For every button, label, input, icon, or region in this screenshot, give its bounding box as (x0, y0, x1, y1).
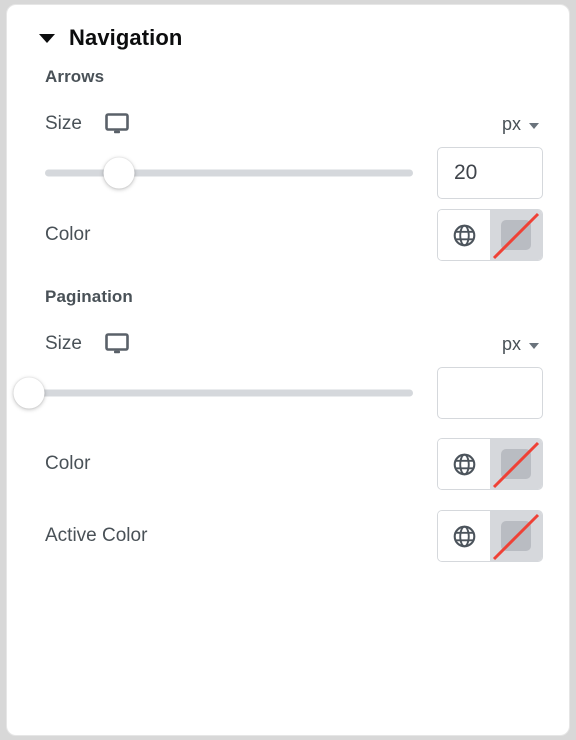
arrows-color-label: Color (45, 224, 91, 245)
pagination-size-slider[interactable] (13, 377, 413, 409)
globe-icon[interactable] (438, 511, 490, 561)
no-color-swatch-icon[interactable] (490, 511, 542, 561)
no-color-swatch-icon[interactable] (490, 210, 542, 260)
globe-icon[interactable] (438, 210, 490, 260)
pagination-size-label: Size (45, 333, 82, 354)
arrows-size-slider[interactable] (45, 157, 413, 189)
no-color-slash-icon (492, 441, 540, 489)
arrows-size-value: 20 (454, 161, 478, 184)
arrows-size-label: Size (45, 113, 82, 134)
group-heading-arrows: Arrows (45, 67, 105, 86)
page-title: Navigation (69, 25, 183, 50)
arrows-size-unit-value: px (501, 113, 521, 134)
arrows-color-row: Color (7, 203, 569, 267)
no-color-slash-icon (492, 513, 540, 561)
slider-handle[interactable] (13, 377, 45, 409)
desktop-monitor-icon[interactable] (104, 332, 130, 356)
pagination-size-row: Size px (7, 325, 569, 363)
chevron-down-icon[interactable] (529, 123, 539, 129)
pagination-active-color-control[interactable] (437, 510, 543, 562)
pagination-size-unit-value: px (501, 333, 521, 354)
chevron-down-icon[interactable] (529, 343, 539, 349)
arrows-size-unit-select[interactable]: px (502, 114, 543, 135)
arrows-color-control[interactable] (437, 209, 543, 261)
navigation-section-header[interactable]: Navigation (7, 5, 569, 49)
group-heading-pagination: Pagination (45, 287, 133, 306)
pagination-size-slider-row (7, 363, 569, 423)
pagination-color-control[interactable] (437, 438, 543, 490)
pagination-size-input[interactable] (437, 367, 543, 419)
slider-track[interactable] (29, 389, 413, 397)
pagination-active-color-row: Active Color (7, 505, 569, 567)
pagination-size-unit-select[interactable]: px (502, 334, 543, 355)
chevron-down-icon[interactable] (39, 33, 55, 43)
globe-icon[interactable] (438, 439, 490, 489)
pagination-color-label: Color (45, 453, 91, 474)
no-color-swatch-icon[interactable] (490, 439, 542, 489)
arrows-size-slider-row: 20 (7, 143, 569, 203)
slider-track[interactable] (45, 169, 413, 177)
arrows-size-row: Size px (7, 105, 569, 143)
pagination-active-color-label: Active Color (45, 525, 148, 546)
arrows-size-input[interactable]: 20 (437, 147, 543, 199)
navigation-settings-panel: Navigation Arrows Size px 20 Color Pagin… (6, 4, 570, 736)
pagination-color-row: Color (7, 423, 569, 505)
no-color-slash-icon (492, 212, 540, 260)
desktop-monitor-icon[interactable] (104, 112, 130, 136)
slider-handle[interactable] (103, 157, 135, 189)
